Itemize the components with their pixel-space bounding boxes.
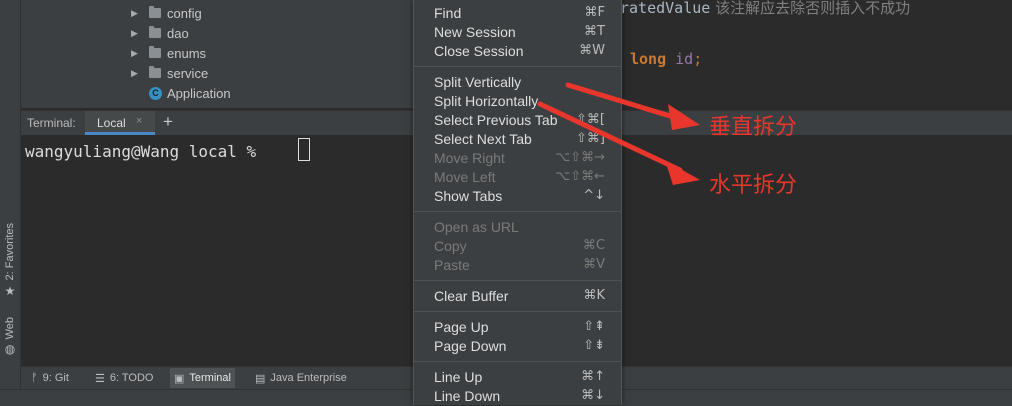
project-tree: ▶ config ▶ dao ▶ enums ▶ service C Appli… (21, 0, 413, 108)
tree-item-label: config (167, 5, 202, 21)
menu-item-new-session[interactable]: New Session ⌘T (414, 23, 621, 42)
code-identifier: id (675, 50, 694, 68)
chevron-right-icon[interactable]: ▶ (131, 68, 141, 79)
code-line: long id; (630, 50, 702, 68)
menu-item-page-down[interactable]: Page Down ⇧⇟ (414, 337, 621, 356)
code-annotation: ratedValue (620, 0, 711, 17)
chevron-right-icon[interactable]: ▶ (131, 48, 141, 59)
menu-item-page-up[interactable]: Page Up ⇧⇞ (414, 318, 621, 337)
menu-item-move-left: Move Left ⌥⇧⌘← (434, 169, 605, 185)
terminal-cursor (298, 138, 310, 161)
tree-item-label: service (167, 65, 209, 81)
menu-item-move-right: Move Right ⌥⇧⌘→ (434, 150, 605, 166)
menu-item-split-horizontally[interactable]: Split Horizontally (414, 92, 621, 111)
menu-item-select-next-tab[interactable]: Select Next Tab ⇧⌘] (414, 130, 621, 149)
web-tool-tab[interactable]: Web (0, 316, 20, 340)
git-icon: ᚠ (31, 372, 38, 384)
menu-item-clear-buffer[interactable]: Clear Buffer ⌘K (414, 287, 621, 306)
tree-item-enums[interactable]: ▶ enums (131, 44, 206, 62)
close-icon[interactable]: × (136, 115, 142, 127)
java-enterprise-icon: ▤ (255, 372, 266, 385)
tree-item-label: dao (167, 25, 189, 41)
menu-separator (414, 66, 621, 67)
chevron-right-icon[interactable]: ▶ (131, 28, 141, 39)
tree-item-application[interactable]: C Application (149, 84, 231, 102)
terminal-icon: ▣ (174, 372, 185, 385)
menu-item-paste: Paste ⌘V (434, 257, 605, 273)
todo-tool-tab[interactable]: ☰ 6: TODO (95, 370, 153, 386)
tab-label: Local (97, 116, 126, 130)
menu-item-split-vertically[interactable]: Split Vertically (414, 73, 621, 92)
tree-item-service[interactable]: ▶ service (131, 64, 208, 82)
list-icon: ☰ (95, 372, 105, 385)
menu-item-open-as-url: Open as URL (434, 219, 519, 235)
menu-separator (414, 280, 621, 281)
terminal-title: Terminal: (27, 116, 76, 130)
menu-item-show-tabs[interactable]: Show Tabs ^↓ (414, 187, 621, 206)
menu-item-close-session[interactable]: Close Session ⌘W (414, 42, 621, 61)
java-enterprise-tool-tab[interactable]: ▤ Java Enterprise (255, 370, 347, 386)
folder-icon (149, 6, 161, 18)
folder-icon (149, 26, 161, 38)
left-tool-strip: 2: Favorites ★ Web ◍ (0, 0, 21, 405)
tree-item-dao[interactable]: ▶ dao (131, 24, 189, 42)
folder-icon (149, 46, 161, 58)
menu-separator (414, 311, 621, 312)
menu-item-line-up[interactable]: Line Up ⌘↑ (414, 368, 621, 387)
code-line: ratedValue 该注解应去除否则插入不成功 (620, 0, 910, 18)
add-tab-button[interactable]: + (163, 112, 173, 132)
favorites-label: 2: Favorites (4, 223, 16, 281)
terminal-tab-label: Terminal (189, 372, 231, 384)
git-tool-tab[interactable]: ᚠ 9: Git (31, 370, 69, 386)
menu-separator (414, 211, 621, 212)
code-comment: 该注解应去除否则插入不成功 (710, 0, 911, 17)
star-icon: ★ (4, 284, 16, 298)
chevron-right-icon[interactable]: ▶ (131, 8, 141, 19)
context-menu: Find ⌘F New Session ⌘T Close Session ⌘W … (413, 0, 622, 405)
folder-icon (149, 66, 161, 78)
code-editor[interactable]: ratedValue 该注解应去除否则插入不成功 long id; (620, 0, 1012, 108)
tree-item-label: enums (167, 45, 207, 61)
favorites-tool-tab[interactable]: 2: Favorites (0, 222, 20, 282)
terminal-tool-tab[interactable]: ▣ Terminal (170, 368, 235, 388)
tab-local[interactable]: Local × (85, 111, 155, 135)
git-tab-label: 9: Git (42, 372, 69, 384)
class-icon: C (149, 86, 162, 100)
java-enterprise-tab-label: Java Enterprise (270, 372, 347, 384)
globe-icon: ◍ (4, 342, 16, 356)
terminal-prompt: wangyuliang@Wang local % (25, 142, 257, 161)
menu-item-find[interactable]: Find ⌘F (414, 4, 621, 23)
menu-item-copy: Copy ⌘C (434, 238, 605, 254)
web-label: Web (4, 316, 16, 340)
annotation-horizontal-split: 水平拆分 (709, 173, 798, 198)
menu-separator (414, 361, 621, 362)
tree-item-label: Application (167, 85, 231, 101)
annotation-vertical-split: 垂直拆分 (709, 115, 798, 140)
code-keyword: long (630, 50, 667, 68)
tree-item-config[interactable]: ▶ config (131, 4, 202, 22)
code-punctuation: ; (693, 50, 703, 68)
todo-tab-label: 6: TODO (109, 372, 154, 384)
menu-item-line-down[interactable]: Line Down ⌘↓ (414, 387, 621, 406)
menu-item-select-previous-tab[interactable]: Select Previous Tab ⇧⌘[ (414, 111, 621, 130)
